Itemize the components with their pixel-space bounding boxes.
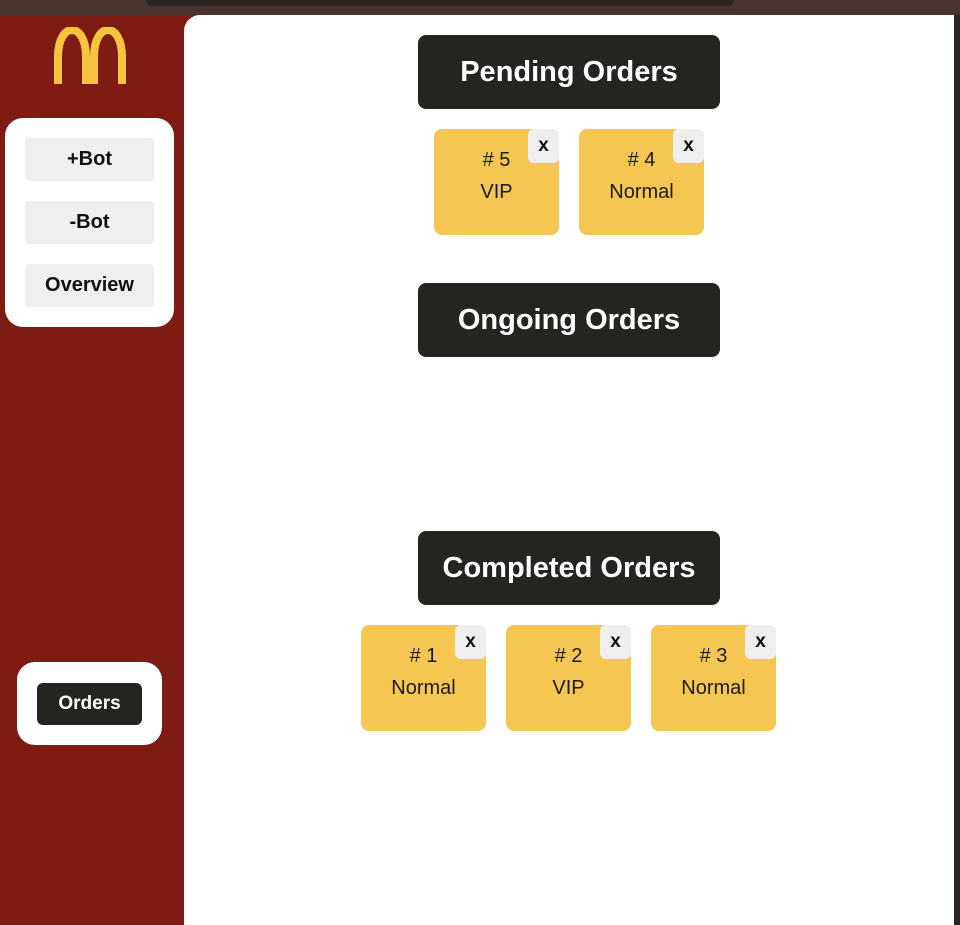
sidebar: +Bot -Bot Overview Orders bbox=[0, 15, 184, 925]
order-type: VIP bbox=[480, 181, 513, 203]
order-card: # 3 Normal x bbox=[651, 625, 776, 731]
window-right-edge bbox=[954, 15, 960, 925]
close-order-button[interactable]: x bbox=[673, 129, 704, 163]
mcdonalds-logo-icon bbox=[54, 27, 126, 84]
close-order-button[interactable]: x bbox=[455, 625, 486, 659]
bot-actions-panel: +Bot -Bot Overview bbox=[5, 118, 174, 327]
order-card: # 2 VIP x bbox=[506, 625, 631, 731]
order-type: Normal bbox=[681, 677, 746, 699]
close-order-button[interactable]: x bbox=[528, 129, 559, 163]
order-card: # 4 Normal x bbox=[579, 129, 704, 235]
browser-top-bar bbox=[0, 0, 960, 15]
remove-bot-button[interactable]: -Bot bbox=[25, 201, 154, 244]
browser-tab-strip bbox=[145, 0, 735, 6]
close-order-button[interactable]: x bbox=[745, 625, 776, 659]
order-type: Normal bbox=[391, 677, 456, 699]
close-order-button[interactable]: x bbox=[600, 625, 631, 659]
nav-panel: Orders bbox=[17, 662, 162, 745]
order-card: # 1 Normal x bbox=[361, 625, 486, 731]
completed-orders-title: Completed Orders bbox=[418, 531, 720, 605]
orders-main: Pending Orders # 5 VIP x # 4 Normal x On… bbox=[184, 15, 954, 925]
order-card: # 5 VIP x bbox=[434, 129, 559, 235]
pending-orders-title: Pending Orders bbox=[418, 35, 720, 109]
add-bot-button[interactable]: +Bot bbox=[25, 138, 154, 181]
orders-nav-button[interactable]: Orders bbox=[37, 683, 142, 725]
order-type: Normal bbox=[609, 181, 674, 203]
order-type: VIP bbox=[552, 677, 585, 699]
ongoing-orders-title: Ongoing Orders bbox=[418, 283, 720, 357]
overview-button[interactable]: Overview bbox=[25, 264, 154, 307]
